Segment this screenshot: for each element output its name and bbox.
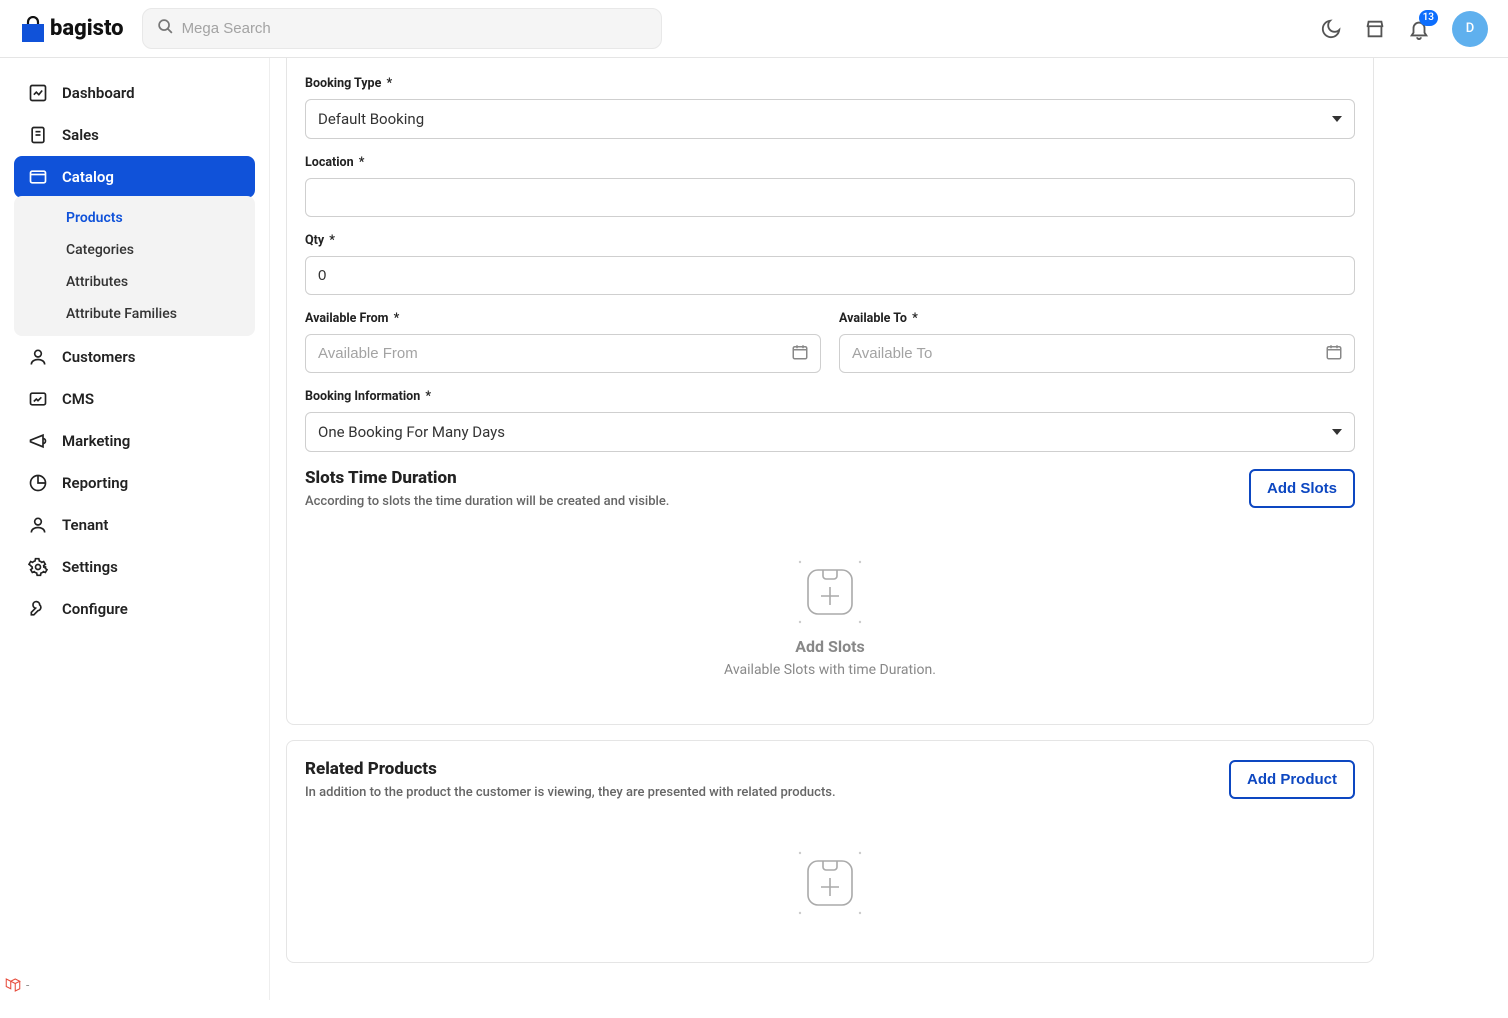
laravel-indicator[interactable]: - bbox=[4, 976, 29, 994]
booking-info-value: One Booking For Many Days bbox=[318, 423, 505, 441]
sidebar-item-label: Customers bbox=[62, 348, 135, 366]
related-sub: In addition to the product the customer … bbox=[305, 785, 836, 800]
dark-mode-toggle[interactable] bbox=[1320, 18, 1342, 40]
calendar-icon[interactable] bbox=[1325, 343, 1343, 365]
store-switcher[interactable] bbox=[1364, 18, 1386, 40]
slots-sub: According to slots the time duration wil… bbox=[305, 494, 669, 509]
sidebar-item-label: Sales bbox=[62, 126, 99, 144]
add-slot-placeholder-icon bbox=[797, 559, 863, 625]
slots-title: Slots Time Duration bbox=[305, 468, 669, 488]
sidebar-item-dashboard[interactable]: Dashboard bbox=[14, 72, 255, 114]
sidebar-item-catalog[interactable]: Catalog bbox=[14, 156, 255, 198]
notifications[interactable]: 13 bbox=[1408, 18, 1430, 40]
booking-info-label: Booking Information * bbox=[305, 389, 1355, 404]
sidebar-sub-categories[interactable]: Categories bbox=[14, 234, 255, 266]
available-to-input[interactable] bbox=[839, 334, 1355, 373]
qty-label: Qty * bbox=[305, 233, 1355, 248]
slots-empty-sub: Available Slots with time Duration. bbox=[724, 662, 936, 678]
mega-search[interactable] bbox=[142, 8, 662, 49]
sidebar-item-label: Catalog bbox=[62, 168, 114, 186]
sidebar-item-label: Tenant bbox=[62, 516, 108, 534]
sidebar-item-label: Settings bbox=[62, 558, 118, 576]
sidebar: Dashboard Sales Catalog Products Categor… bbox=[0, 58, 270, 1000]
slots-empty-title: Add Slots bbox=[795, 637, 865, 656]
calendar-icon[interactable] bbox=[791, 343, 809, 365]
sidebar-item-settings[interactable]: Settings bbox=[14, 546, 255, 588]
sidebar-sub-products[interactable]: Products bbox=[14, 202, 255, 234]
search-icon bbox=[157, 18, 174, 39]
add-product-button[interactable]: Add Product bbox=[1229, 760, 1355, 799]
brand-name: bagisto bbox=[50, 16, 124, 41]
add-product-placeholder-icon bbox=[797, 850, 863, 916]
brand-logo[interactable]: bagisto bbox=[20, 16, 124, 42]
booking-type-value: Default Booking bbox=[318, 110, 424, 128]
sidebar-item-tenant[interactable]: Tenant bbox=[14, 504, 255, 546]
location-input[interactable] bbox=[305, 178, 1355, 217]
brand-mark-icon bbox=[20, 16, 46, 42]
related-title: Related Products bbox=[305, 759, 836, 779]
sidebar-item-label: Configure bbox=[62, 600, 128, 618]
booking-type-label: Booking Type * bbox=[305, 76, 1355, 91]
available-to-label: Available To * bbox=[839, 311, 1355, 326]
sidebar-item-reporting[interactable]: Reporting bbox=[14, 462, 255, 504]
sidebar-item-sales[interactable]: Sales bbox=[14, 114, 255, 156]
sidebar-item-cms[interactable]: CMS bbox=[14, 378, 255, 420]
search-input[interactable] bbox=[182, 20, 647, 37]
available-from-label: Available From * bbox=[305, 311, 821, 326]
sidebar-item-customers[interactable]: Customers bbox=[14, 336, 255, 378]
notification-badge: 13 bbox=[1419, 10, 1438, 26]
sidebar-item-marketing[interactable]: Marketing bbox=[14, 420, 255, 462]
qty-input[interactable] bbox=[305, 256, 1355, 295]
location-label: Location * bbox=[305, 155, 1355, 170]
chevron-down-icon bbox=[1332, 429, 1342, 435]
add-slots-button[interactable]: Add Slots bbox=[1249, 469, 1355, 508]
avatar[interactable]: D bbox=[1452, 11, 1488, 47]
sidebar-item-label: Marketing bbox=[62, 432, 130, 450]
sidebar-sub-attribute-families[interactable]: Attribute Families bbox=[14, 298, 255, 330]
available-from-input[interactable] bbox=[305, 334, 821, 373]
sidebar-item-label: CMS bbox=[62, 390, 94, 408]
sidebar-item-label: Reporting bbox=[62, 474, 128, 492]
chevron-down-icon bbox=[1332, 116, 1342, 122]
sidebar-item-configure[interactable]: Configure bbox=[14, 588, 255, 630]
booking-type-select[interactable]: Default Booking bbox=[305, 99, 1355, 139]
booking-info-select[interactable]: One Booking For Many Days bbox=[305, 412, 1355, 452]
sidebar-sub-attributes[interactable]: Attributes bbox=[14, 266, 255, 298]
sidebar-item-label: Dashboard bbox=[62, 84, 135, 102]
